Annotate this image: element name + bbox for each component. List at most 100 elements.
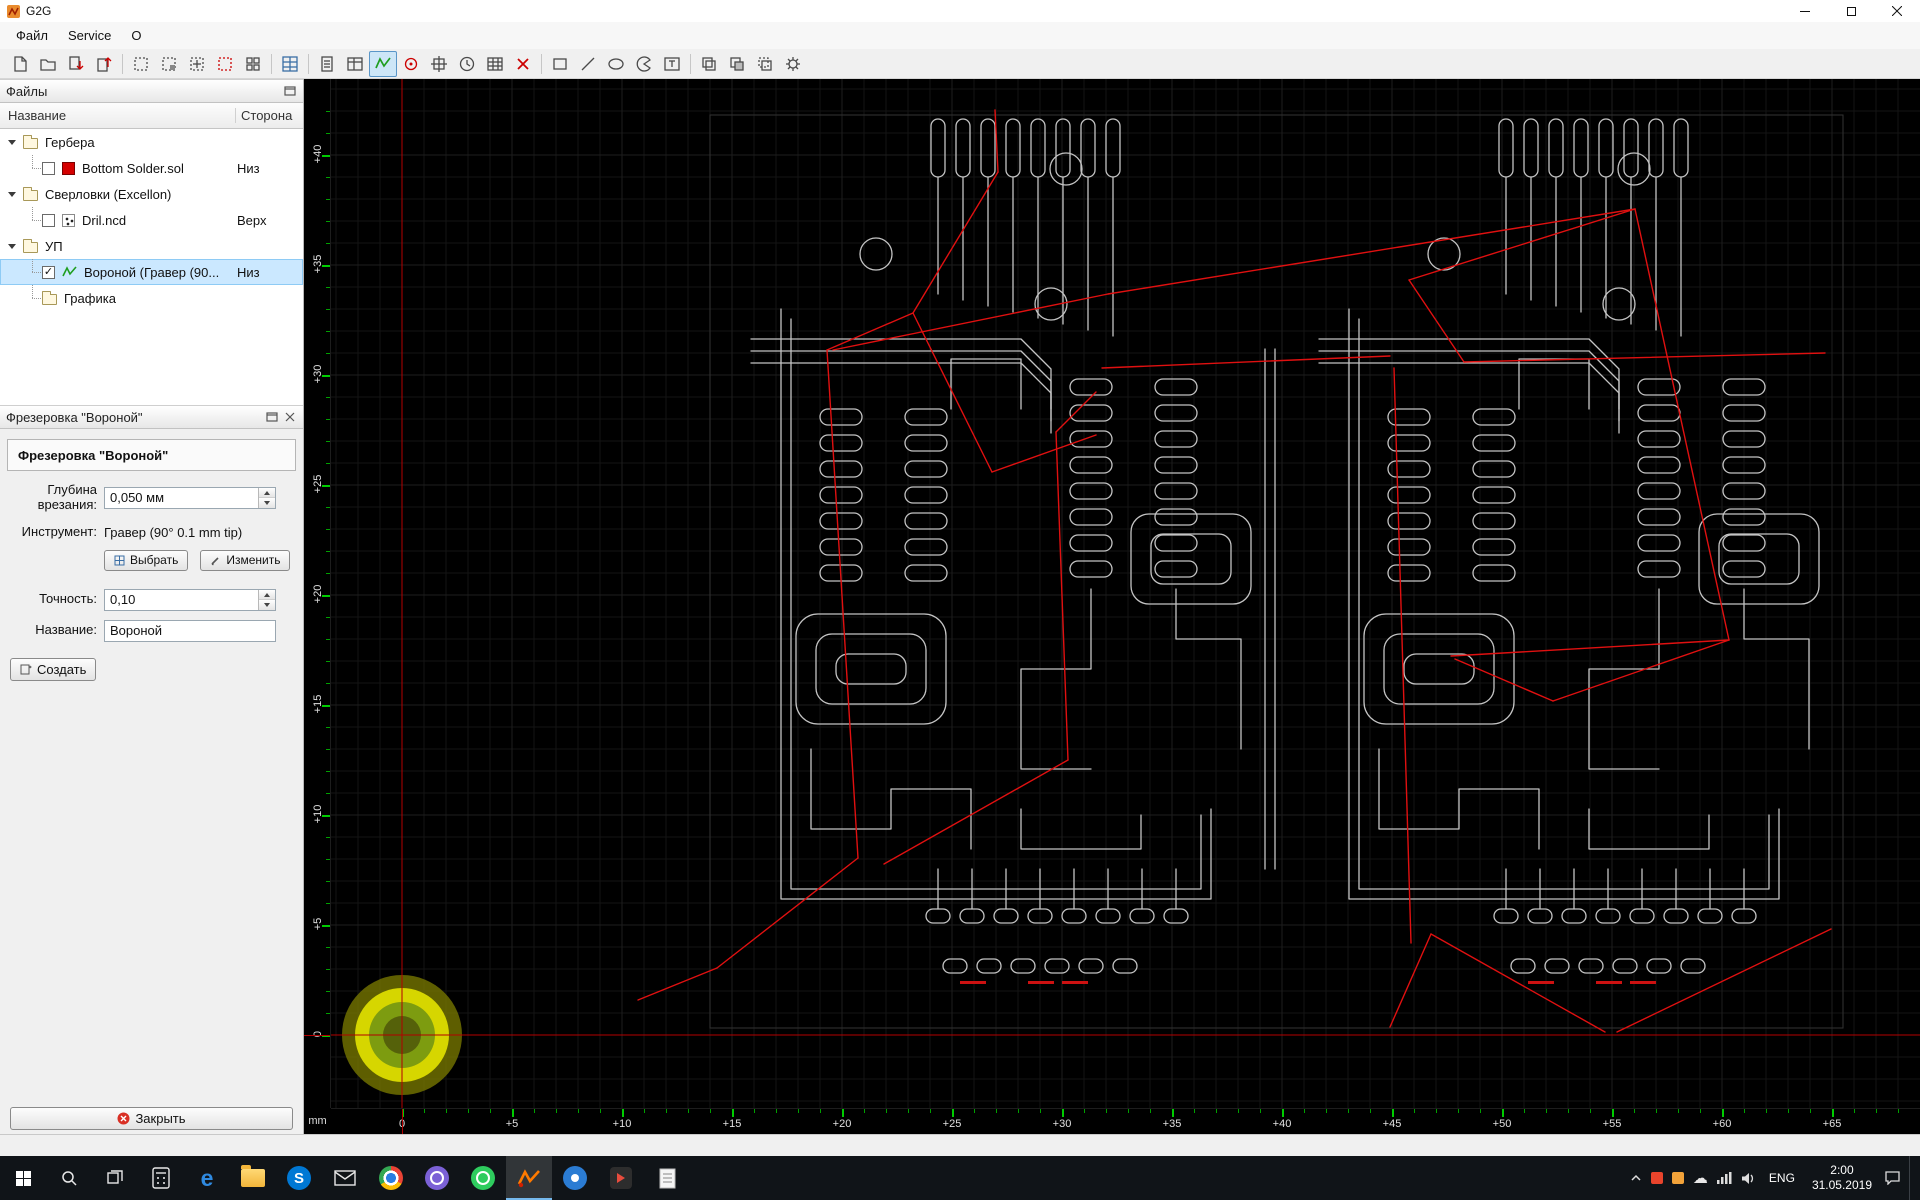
- taskbar-clock[interactable]: 2:00 31.05.2019: [1808, 1163, 1876, 1193]
- float-panel-icon[interactable]: [265, 411, 279, 423]
- tree-row-up-folder[interactable]: УП: [0, 233, 303, 259]
- tray-app-icon: [1672, 1172, 1684, 1184]
- menu-about[interactable]: О: [121, 24, 151, 47]
- spin-down-button[interactable]: [259, 600, 275, 610]
- taskbar-app-skype[interactable]: [276, 1156, 322, 1200]
- depth-spinbox[interactable]: 0,050 мм: [104, 487, 276, 509]
- tray-volume[interactable]: [1741, 1172, 1756, 1185]
- select-add-button[interactable]: [155, 51, 183, 77]
- cam-grid-button[interactable]: [276, 51, 304, 77]
- clock-date: 31.05.2019: [1812, 1178, 1872, 1193]
- open-file-button[interactable]: [6, 51, 34, 77]
- draw-text-button[interactable]: [658, 51, 686, 77]
- start-button[interactable]: [0, 1156, 46, 1200]
- toolbar-separator: [541, 54, 542, 74]
- checkbox[interactable]: [42, 162, 55, 175]
- panel-page-button[interactable]: [313, 51, 341, 77]
- pcb-drawing[interactable]: [331, 79, 1920, 1108]
- import-layer-button[interactable]: [62, 51, 90, 77]
- select-clear-icon: [216, 55, 234, 73]
- export-layer-button[interactable]: [90, 51, 118, 77]
- spin-down-button[interactable]: [259, 498, 275, 508]
- taskbar-app-g2g[interactable]: [506, 1156, 552, 1200]
- expander-icon[interactable]: [8, 244, 16, 249]
- tray-shield[interactable]: [1651, 1172, 1663, 1184]
- taskbar-app-notepad[interactable]: [644, 1156, 690, 1200]
- tree-row-voronoi[interactable]: Вороной (Гравер (90... Низ: [0, 259, 303, 285]
- pcb-canvas[interactable]: 0+5+10+15+20+25+30+35+40 0+5+10+15+20+25…: [304, 79, 1920, 1134]
- expander-icon[interactable]: [8, 192, 16, 197]
- copy-button[interactable]: [695, 51, 723, 77]
- show-desktop-button[interactable]: [1909, 1156, 1914, 1200]
- checkbox[interactable]: [42, 214, 55, 227]
- menu-service[interactable]: Service: [58, 24, 121, 47]
- precision-spinbox[interactable]: 0,10: [104, 589, 276, 611]
- precision-value: 0,10: [110, 592, 135, 607]
- taskbar-app-whatsapp[interactable]: [460, 1156, 506, 1200]
- select-rect-button[interactable]: [127, 51, 155, 77]
- expander-icon[interactable]: [8, 140, 16, 145]
- menu-file[interactable]: Файл: [6, 24, 58, 47]
- taskbar-app-media[interactable]: [598, 1156, 644, 1200]
- tree-row-dril-ncd[interactable]: Dril.ncd Верх: [0, 207, 303, 233]
- minimize-button[interactable]: [1782, 0, 1828, 22]
- select-clear-button[interactable]: [211, 51, 239, 77]
- tree-row-gerber-folder[interactable]: Гербера: [0, 129, 303, 155]
- tray-app[interactable]: [1672, 1172, 1684, 1184]
- open-folder-button[interactable]: [34, 51, 62, 77]
- draw-rect-button[interactable]: [546, 51, 574, 77]
- checkbox-checked[interactable]: [42, 266, 55, 279]
- draw-arc-button[interactable]: [630, 51, 658, 77]
- select-tool-button[interactable]: Выбрать: [104, 550, 188, 571]
- tray-network[interactable]: [1717, 1172, 1732, 1184]
- float-panel-icon[interactable]: [283, 85, 297, 97]
- spin-up-button[interactable]: [259, 590, 275, 601]
- fit-view-button[interactable]: [425, 51, 453, 77]
- mill-group-title: Фрезеровка "Вороной": [7, 439, 296, 471]
- action-center-button[interactable]: [1885, 1171, 1900, 1185]
- tray-cloud[interactable]: ☁: [1693, 1169, 1708, 1187]
- panel-table-button[interactable]: [341, 51, 369, 77]
- close-button[interactable]: [1874, 0, 1920, 22]
- column-side[interactable]: Сторона: [235, 108, 303, 123]
- select-move-button[interactable]: [183, 51, 211, 77]
- tree-row-drills-folder[interactable]: Сверловки (Excellon): [0, 181, 303, 207]
- tree-row-bottom-solder[interactable]: Bottom Solder.sol Низ: [0, 155, 303, 181]
- task-view-button[interactable]: [92, 1156, 138, 1200]
- pencil-icon: [210, 555, 221, 566]
- taskbar-app-edge[interactable]: [184, 1156, 230, 1200]
- fit-view-icon: [430, 55, 448, 73]
- simulation-button[interactable]: [453, 51, 481, 77]
- language-indicator[interactable]: ENG: [1765, 1171, 1799, 1185]
- tray-chevron-button[interactable]: [1630, 1173, 1642, 1183]
- spin-up-button[interactable]: [259, 488, 275, 499]
- taskbar-app-chrome[interactable]: [368, 1156, 414, 1200]
- draw-ellipse-button[interactable]: [602, 51, 630, 77]
- edit-tool-button[interactable]: Изменить: [200, 550, 290, 571]
- drill-marks-button[interactable]: [397, 51, 425, 77]
- paste-button[interactable]: [723, 51, 751, 77]
- create-button[interactable]: Создать: [10, 658, 96, 681]
- skype-icon: [287, 1166, 311, 1190]
- column-name[interactable]: Название: [0, 108, 235, 123]
- clone-button[interactable]: [751, 51, 779, 77]
- name-input[interactable]: Вороной: [104, 620, 276, 642]
- draw-line-button[interactable]: [574, 51, 602, 77]
- tree-row-graphics-folder[interactable]: Графика: [0, 285, 303, 311]
- gcode-table-button[interactable]: [481, 51, 509, 77]
- toolbar-separator: [271, 54, 272, 74]
- taskbar-app-calculator[interactable]: [138, 1156, 184, 1200]
- close-panel-button[interactable]: Закрыть: [10, 1107, 293, 1130]
- settings-button[interactable]: [779, 51, 807, 77]
- search-button[interactable]: [46, 1156, 92, 1200]
- taskbar-app-viber[interactable]: [414, 1156, 460, 1200]
- delete-button[interactable]: [509, 51, 537, 77]
- taskbar-app-blue[interactable]: [552, 1156, 598, 1200]
- voronoi-tool-button[interactable]: [369, 51, 397, 77]
- tool-buttons-row: Выбрать Изменить: [104, 550, 303, 571]
- select-grid-button[interactable]: [239, 51, 267, 77]
- maximize-button[interactable]: [1828, 0, 1874, 22]
- close-panel-icon[interactable]: [283, 411, 297, 423]
- taskbar-app-explorer[interactable]: [230, 1156, 276, 1200]
- taskbar-app-mail[interactable]: [322, 1156, 368, 1200]
